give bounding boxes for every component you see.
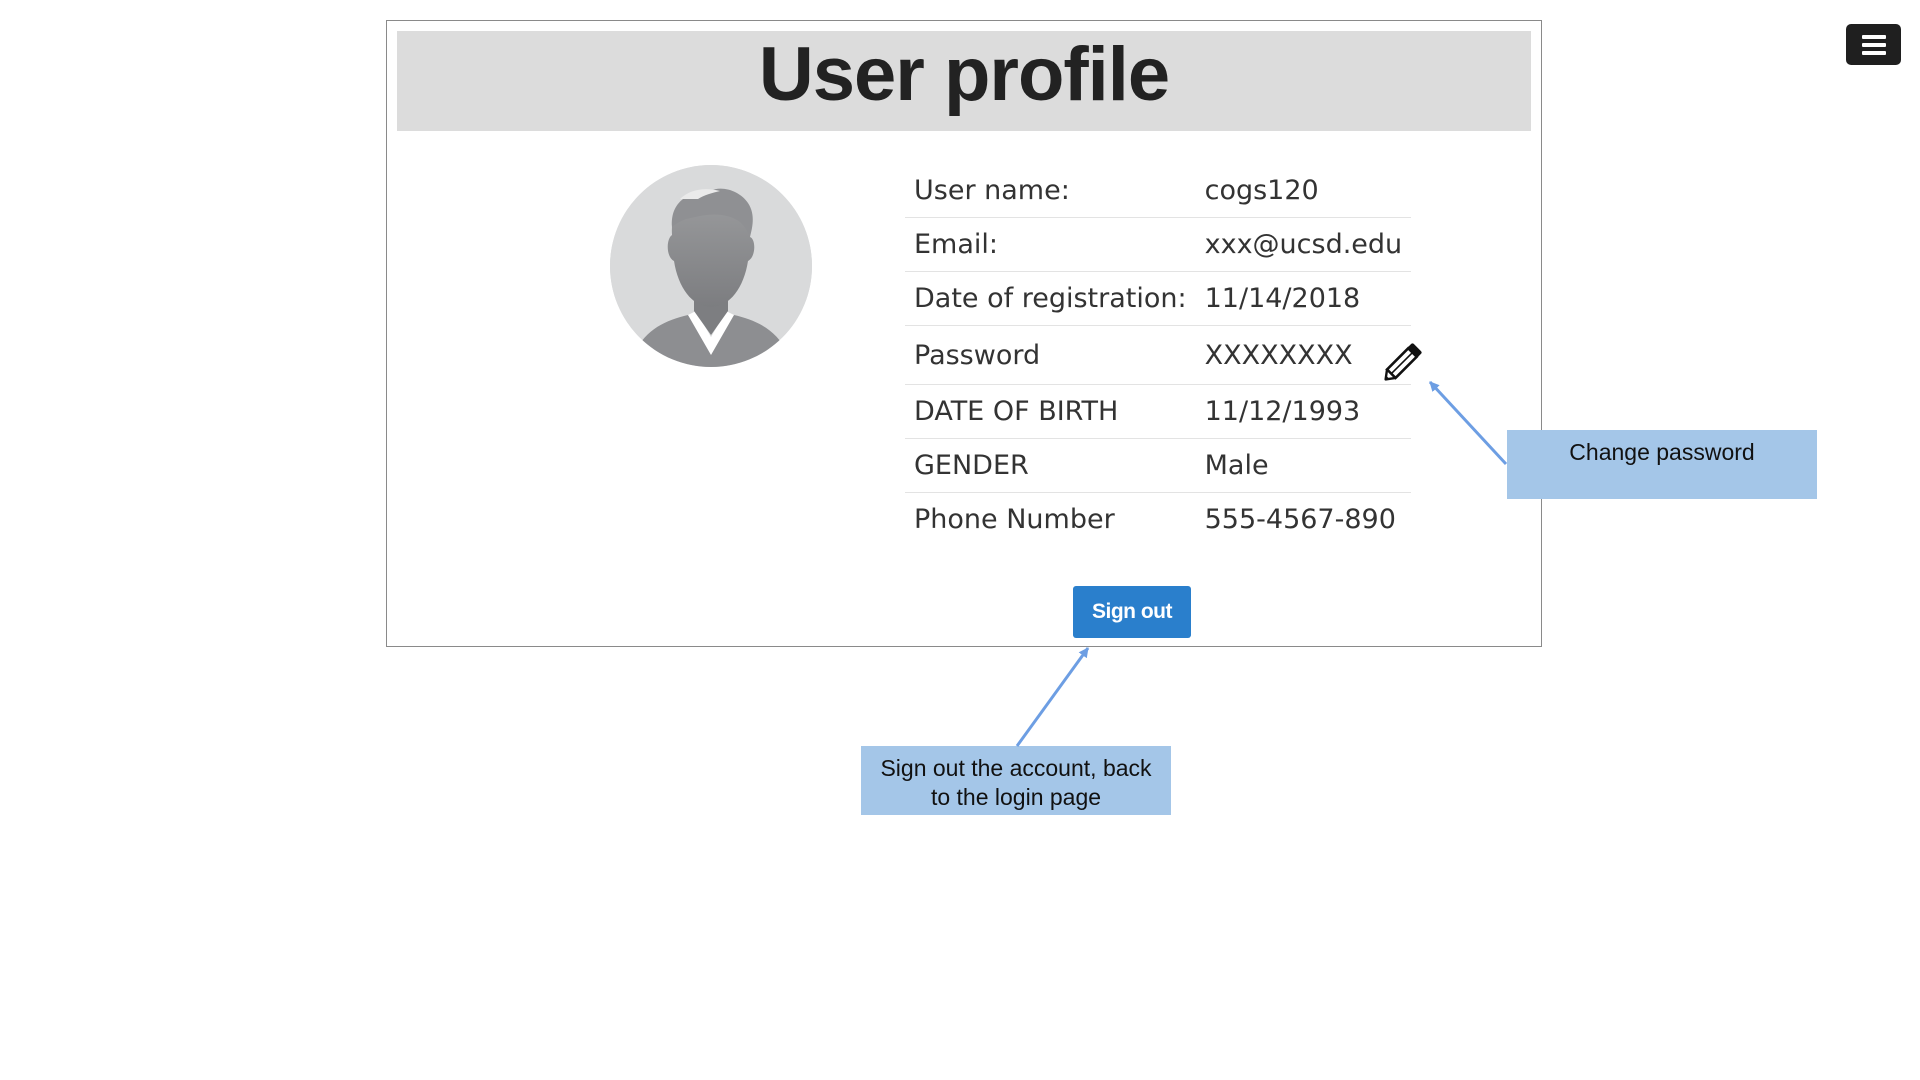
table-row: Date of registration: 11/14/2018 [905,271,1412,326]
pencil-icon [1384,343,1422,381]
table-row: User name: cogs120 [905,164,1412,218]
sign-out-annotation-line-2: to the login page [930,784,1102,810]
sign-out-arrow [1015,647,1090,747]
date-of-birth-value: 11/12/1993 [1195,384,1412,439]
avatar [610,165,812,367]
sign-out-annotation: Sign out the account, back to the login … [861,746,1171,815]
password-value: XXXXXXXX [1195,325,1412,385]
table-row: Password XXXXXXXX [905,325,1412,385]
gender-value: Male [1195,438,1412,493]
password-label: Password [905,325,1196,385]
change-password-annotation: Change password [1507,430,1817,499]
phone-number-label: Phone Number [914,504,1115,535]
table-row: GENDER Male [905,438,1412,493]
table-row: DATE OF BIRTH 11/12/1993 [905,384,1412,439]
menu-bar [1861,50,1886,55]
hamburger-menu-button[interactable] [1846,24,1901,65]
user-silhouette-icon [610,165,812,367]
sign-out-button[interactable]: Sign out [1073,586,1191,638]
menu-bar [1861,42,1886,47]
email-value: xxx@ucsd.edu [1195,217,1412,272]
user-name-value: cogs120 [1195,164,1412,218]
registration-date-value: 11/14/2018 [1195,271,1412,326]
sign-out-annotation-line-1: Sign out the account, back [880,755,1152,781]
profile-info-table: User name: cogs120 Email: xxx@ucsd.edu D… [905,164,1412,547]
page-canvas: User profile User name: cogs120 Email: x… [0,0,1920,1080]
gender-label: GENDER [905,438,1196,493]
table-row: Email: xxx@ucsd.edu [905,217,1412,272]
change-password-annotation-text: Change password [1569,439,1755,465]
table-row: Phone Number 555-4567-890 [905,493,1411,547]
title-bar: User profile [397,31,1531,131]
email-label: Email: [905,217,1196,272]
user-name-label: User name: [905,164,1196,218]
edit-password-pencil-icon[interactable] [1382,339,1426,383]
date-of-birth-label: DATE OF BIRTH [905,384,1196,439]
page-title: User profile [758,31,1170,117]
phone-number-value: 555-4567-890 [1204,504,1396,535]
registration-date-label: Date of registration: [905,271,1196,326]
menu-bar [1861,34,1886,39]
user-profile-panel: User profile User name: cogs120 Email: x… [386,20,1542,647]
